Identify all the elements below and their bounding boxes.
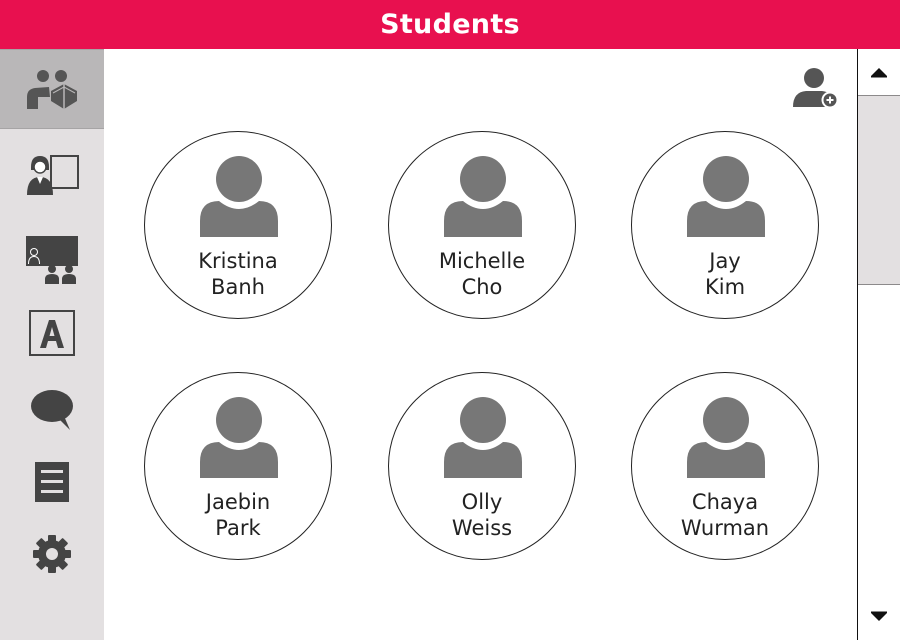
scroll-up-button[interactable] bbox=[858, 49, 900, 95]
student-name: Chaya Wurman bbox=[680, 490, 770, 540]
user-avatar-icon bbox=[200, 156, 278, 237]
classroom-icon bbox=[26, 236, 78, 284]
student-card-jaebin-park[interactable]: Jaebin Park bbox=[144, 372, 332, 560]
user-avatar-icon bbox=[444, 397, 522, 478]
student-card-jay-kim[interactable]: Jay Kim bbox=[631, 131, 819, 319]
sidebar-item-list[interactable] bbox=[0, 442, 104, 522]
sidebar-item-settings[interactable] bbox=[0, 514, 104, 594]
page-title: Students bbox=[380, 9, 520, 40]
sidebar-item-teacher[interactable] bbox=[0, 135, 104, 215]
letter-a-icon bbox=[29, 310, 75, 356]
arrow-down-icon bbox=[871, 611, 887, 621]
add-student-button[interactable] bbox=[792, 67, 840, 111]
user-avatar-icon bbox=[687, 397, 765, 478]
student-grid-area: Kristina Banh Michelle Cho Jay Kim Jaebi… bbox=[104, 49, 856, 640]
student-name: Michelle Cho bbox=[438, 249, 526, 299]
students-reading-icon bbox=[27, 70, 77, 109]
student-card-michelle-cho[interactable]: Michelle Cho bbox=[388, 131, 576, 319]
sidebar-item-chat[interactable] bbox=[0, 370, 104, 450]
teacher-board-icon bbox=[27, 155, 79, 195]
student-name: Kristina Banh bbox=[198, 249, 278, 299]
user-avatar-icon bbox=[687, 156, 765, 237]
sidebar-item-students[interactable] bbox=[0, 49, 104, 129]
student-name: Jay Kim bbox=[704, 249, 746, 299]
student-name: Jaebin Park bbox=[205, 490, 271, 540]
user-avatar-icon bbox=[444, 156, 522, 237]
gear-icon bbox=[33, 535, 71, 573]
list-icon bbox=[35, 462, 69, 502]
app-header: Students bbox=[0, 0, 900, 49]
student-card-kristina-banh[interactable]: Kristina Banh bbox=[144, 131, 332, 319]
speech-bubble-icon bbox=[31, 390, 73, 430]
sidebar-item-classroom[interactable] bbox=[0, 219, 104, 299]
scrollbar[interactable] bbox=[857, 49, 900, 640]
student-card-olly-weiss[interactable]: Olly Weiss bbox=[388, 372, 576, 560]
arrow-up-icon bbox=[871, 68, 887, 78]
sidebar-item-text[interactable] bbox=[0, 293, 104, 373]
student-name: Olly Weiss bbox=[451, 490, 513, 540]
user-avatar-icon bbox=[200, 397, 278, 478]
scroll-down-button[interactable] bbox=[858, 594, 900, 640]
sidebar bbox=[0, 49, 104, 640]
scroll-thumb[interactable] bbox=[858, 95, 900, 285]
student-card-chaya-wurman[interactable]: Chaya Wurman bbox=[631, 372, 819, 560]
add-user-icon bbox=[793, 68, 839, 109]
